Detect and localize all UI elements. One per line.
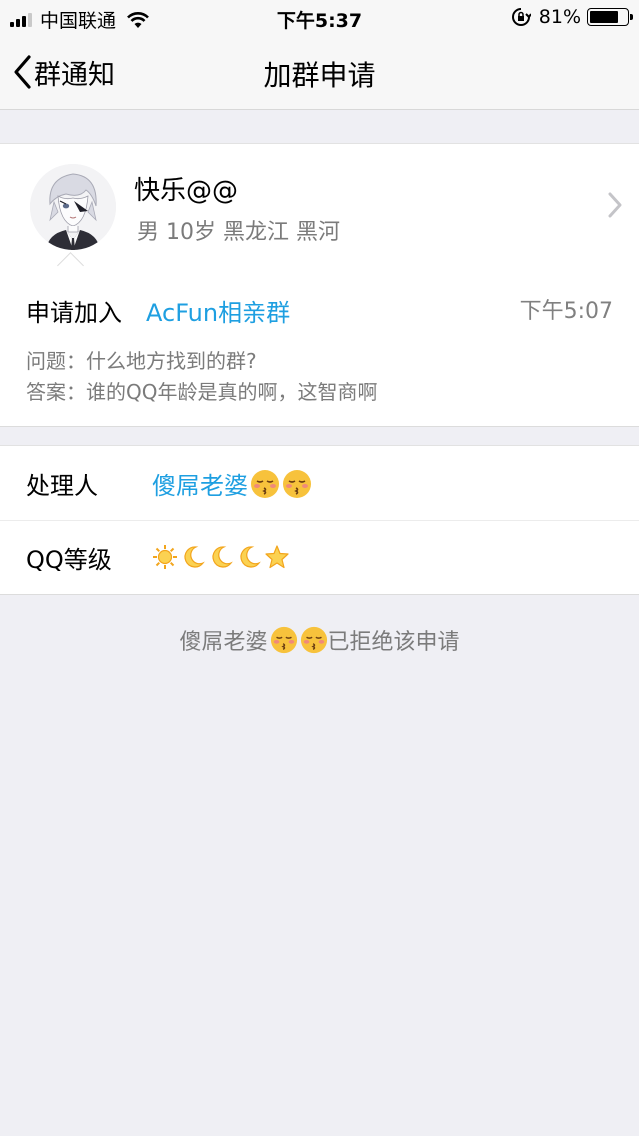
request-answer: 答案：谁的QQ年龄是真的啊，这智商啊 (26, 380, 378, 404)
request-question: 问题：什么地方找到的群? (26, 349, 257, 373)
moon-icon (180, 544, 206, 570)
moon-icon (208, 544, 234, 570)
anime-avatar-image (30, 164, 116, 250)
page-title: 加群申请 (263, 59, 376, 92)
qq-level-row: QQ等级 (0, 520, 639, 594)
result-handler-name: 傻屌老婆 (179, 630, 268, 655)
kissing-face-icon (283, 470, 311, 498)
handler-name[interactable]: 傻屌老婆 (152, 466, 312, 501)
request-label: 申请加入 (26, 299, 122, 327)
handler-card: 处理人 傻屌老婆 QQ等级 (0, 445, 639, 595)
applicant-card[interactable]: 快乐@@ 男 10岁 黑龙江 黑河 (0, 143, 639, 269)
applicant-name: 快乐@@ (134, 176, 239, 206)
navigation-bar: 群通知 加群申请 (0, 36, 639, 110)
request-time: 下午5:07 (519, 299, 613, 324)
handler-row[interactable]: 处理人 傻屌老婆 (0, 446, 639, 521)
qq-level-label: QQ等级 (26, 546, 112, 574)
chevron-right-icon (608, 192, 622, 218)
battery-icon (587, 8, 633, 26)
kissing-face-icon (270, 626, 297, 654)
battery-percent: 81% (538, 6, 581, 28)
kissing-face-icon (300, 626, 327, 654)
result-message: 傻屌老婆 已拒绝该申请 (0, 624, 639, 656)
avatar[interactable] (30, 164, 116, 250)
status-right: 81% (511, 6, 633, 28)
kissing-face-icon (251, 470, 279, 498)
handler-name-text: 傻屌老婆 (152, 472, 248, 500)
group-name-link[interactable]: AcFun相亲群 (146, 293, 290, 328)
status-bar: 中国联通 下午5:37 81% (0, 0, 639, 36)
result-text: 已拒绝该申请 (327, 630, 460, 655)
applicant-details: 男 10岁 黑龙江 黑河 (137, 220, 340, 245)
request-card: 申请加入 AcFun相亲群 下午5:07 问题：什么地方找到的群? 答案：谁的Q… (0, 268, 639, 427)
handler-label: 处理人 (26, 472, 98, 500)
qq-level-icons (152, 544, 292, 570)
moon-icon (236, 544, 262, 570)
star-icon (264, 544, 290, 570)
sun-icon (152, 544, 178, 570)
rotation-lock-icon (511, 8, 531, 26)
